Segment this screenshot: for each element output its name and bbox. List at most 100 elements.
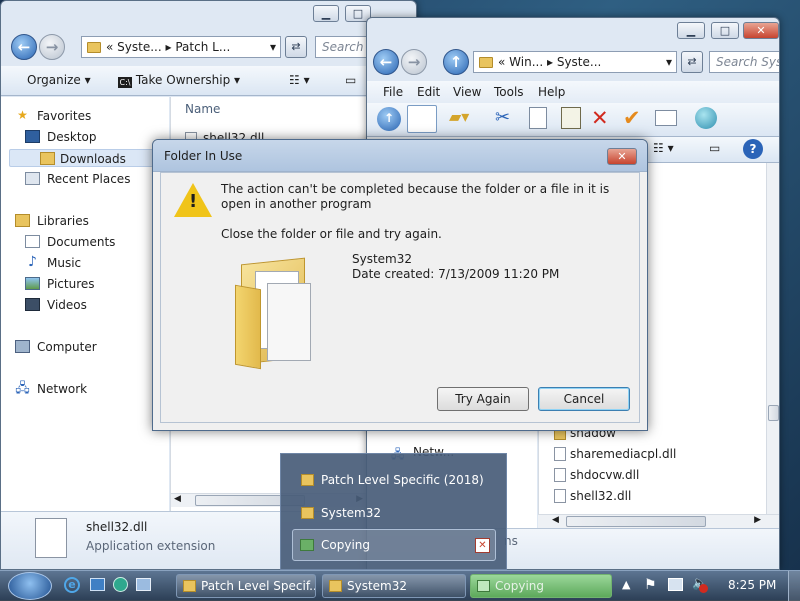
try-again-button[interactable]: Try Again bbox=[437, 387, 529, 411]
vertical-scroll-thumb[interactable] bbox=[768, 405, 779, 421]
minimize-button[interactable]: ▁ bbox=[677, 22, 705, 39]
delete-icon[interactable]: ✕ bbox=[591, 106, 609, 130]
take-ownership-menu[interactable]: C:\ Take Ownership ▾ bbox=[118, 73, 240, 88]
show-desktop-button[interactable] bbox=[788, 571, 800, 601]
preview-pane-icon[interactable]: ▭ bbox=[709, 141, 720, 155]
popup-item-copying[interactable]: Copying ✕ bbox=[292, 529, 496, 561]
network-tray-icon[interactable] bbox=[668, 578, 683, 591]
vertical-scrollbar[interactable] bbox=[766, 163, 779, 518]
folder-icon bbox=[87, 42, 101, 53]
dialog-title: Folder In Use bbox=[164, 149, 243, 163]
close-button[interactable]: ✕ bbox=[743, 22, 779, 39]
breadcrumb-system[interactable]: Syste... bbox=[117, 40, 162, 54]
nav-libraries[interactable]: Libraries bbox=[15, 212, 89, 230]
nav-pictures[interactable]: Pictures bbox=[25, 275, 95, 293]
explorer-icon[interactable] bbox=[136, 578, 151, 591]
copy-icon[interactable] bbox=[529, 107, 547, 129]
file-item[interactable]: shell32.dll bbox=[554, 487, 631, 505]
chevron-down-icon[interactable]: ▾ bbox=[270, 37, 276, 57]
folder-front bbox=[235, 284, 261, 370]
warning-mark: ! bbox=[189, 191, 198, 212]
search-input[interactable]: Search Syst bbox=[709, 51, 779, 73]
nav-videos[interactable]: Videos bbox=[25, 296, 87, 314]
flag-icon[interactable]: ⚑ bbox=[644, 577, 657, 593]
up-button[interactable]: ↑ bbox=[443, 49, 469, 75]
minimize-button[interactable]: ▁ bbox=[313, 5, 339, 22]
clock[interactable]: 8:25 PM bbox=[728, 578, 776, 592]
breadcrumb-windows[interactable]: Win... bbox=[509, 55, 543, 69]
nav-music[interactable]: ♪ Music bbox=[25, 254, 81, 272]
documents-icon bbox=[25, 235, 40, 248]
pictures-icon bbox=[25, 277, 40, 290]
file-item[interactable]: sharemediacpl.dll bbox=[554, 445, 676, 463]
speaker-muted-icon[interactable]: 🔈 bbox=[692, 576, 708, 593]
check-icon[interactable]: ✔ bbox=[623, 106, 641, 130]
close-icon[interactable]: ✕ bbox=[475, 538, 490, 553]
cancel-button[interactable]: Cancel bbox=[538, 387, 630, 411]
favorites-folder-icon[interactable]: ▰▾ bbox=[449, 107, 469, 126]
file-item[interactable]: shdocvw.dll bbox=[554, 466, 639, 484]
up-folder-icon[interactable]: ↑ bbox=[377, 107, 401, 131]
menu-file[interactable]: File bbox=[383, 85, 403, 99]
properties-icon[interactable] bbox=[655, 110, 677, 126]
refresh-button[interactable]: ⇄ bbox=[285, 36, 307, 58]
menu-tools[interactable]: Tools bbox=[494, 85, 524, 99]
windows-start-icon[interactable] bbox=[8, 572, 52, 600]
folder-icon bbox=[479, 57, 493, 68]
breadcrumb-system[interactable]: Syste... bbox=[557, 55, 602, 69]
breadcrumb-patch[interactable]: Patch L... bbox=[175, 40, 230, 54]
column-header-name[interactable]: Name bbox=[185, 102, 220, 116]
refresh-button[interactable]: ⇄ bbox=[681, 51, 703, 73]
close-button[interactable]: ✕ bbox=[607, 148, 637, 165]
chevron-right-icon: ▸ bbox=[165, 40, 176, 54]
nav-label: Recent Places bbox=[47, 172, 131, 186]
folders-pane-icon[interactable] bbox=[407, 105, 437, 133]
nav-recent-places[interactable]: Recent Places bbox=[25, 170, 130, 188]
scroll-left-icon[interactable]: ◀ bbox=[174, 494, 181, 504]
back-button[interactable]: ← bbox=[373, 49, 399, 75]
paste-icon[interactable] bbox=[561, 107, 581, 129]
scroll-left-icon[interactable]: ◀ bbox=[552, 515, 559, 525]
folder-icon bbox=[183, 580, 196, 592]
maximize-button[interactable]: □ bbox=[711, 22, 739, 39]
back-button[interactable]: ← bbox=[11, 34, 37, 60]
view-options-icon[interactable]: ☷ ▾ bbox=[653, 141, 674, 155]
address-bar[interactable]: « Syste... ▸ Patch L... ▾ bbox=[81, 36, 281, 58]
nav-desktop[interactable]: Desktop bbox=[25, 128, 97, 146]
nav-computer[interactable]: Computer bbox=[15, 338, 97, 356]
nav-label: Pictures bbox=[47, 277, 95, 291]
organize-menu[interactable]: Organize ▾ bbox=[27, 73, 91, 87]
taskbar-button-copying[interactable]: Copying bbox=[470, 574, 612, 598]
taskbar-jump-popup: Patch Level Specific (2018) System32 Cop… bbox=[280, 453, 507, 570]
horizontal-scroll-thumb[interactable] bbox=[566, 516, 706, 527]
nav-network[interactable]: 🖧 Network bbox=[15, 380, 87, 398]
nav-downloads[interactable]: Downloads bbox=[9, 149, 169, 167]
desktop-icon[interactable] bbox=[90, 578, 105, 591]
chevron-down-icon[interactable]: ▾ bbox=[666, 52, 672, 72]
ie-icon[interactable]: e bbox=[64, 577, 80, 593]
nav-documents[interactable]: Documents bbox=[25, 233, 115, 251]
preview-pane-icon[interactable]: ▭ bbox=[345, 73, 356, 87]
menu-edit[interactable]: Edit bbox=[417, 85, 440, 99]
popup-item-label: Patch Level Specific (2018) bbox=[321, 473, 484, 487]
address-bar[interactable]: « Win... ▸ Syste... ▾ bbox=[473, 51, 677, 73]
popup-item-patch-level[interactable]: Patch Level Specific (2018) bbox=[301, 471, 484, 489]
scroll-right-icon[interactable]: ▶ bbox=[754, 515, 761, 525]
nav-label: Videos bbox=[47, 298, 87, 312]
details-filename: shell32.dll bbox=[86, 520, 148, 534]
shell-icon[interactable] bbox=[695, 107, 717, 129]
menu-view[interactable]: View bbox=[453, 85, 481, 99]
taskbar-button-patch-level[interactable]: Patch Level Specif... bbox=[176, 574, 316, 598]
help-icon[interactable]: ? bbox=[743, 139, 763, 159]
horizontal-scrollbar[interactable]: ◀ ▶ bbox=[538, 514, 779, 528]
taskbar-button-system32[interactable]: System32 bbox=[322, 574, 466, 598]
view-options-icon[interactable]: ☷ ▾ bbox=[289, 73, 310, 87]
menu-help[interactable]: Help bbox=[538, 85, 565, 99]
forward-button[interactable]: → bbox=[39, 34, 65, 60]
media-icon[interactable] bbox=[113, 577, 128, 592]
show-hidden-icons-button[interactable]: ▲ bbox=[622, 578, 630, 591]
popup-item-system32[interactable]: System32 bbox=[301, 504, 381, 522]
forward-button[interactable]: → bbox=[401, 49, 427, 75]
nav-favorites[interactable]: ★ Favorites bbox=[15, 107, 91, 125]
cut-icon[interactable]: ✂ bbox=[495, 107, 510, 128]
